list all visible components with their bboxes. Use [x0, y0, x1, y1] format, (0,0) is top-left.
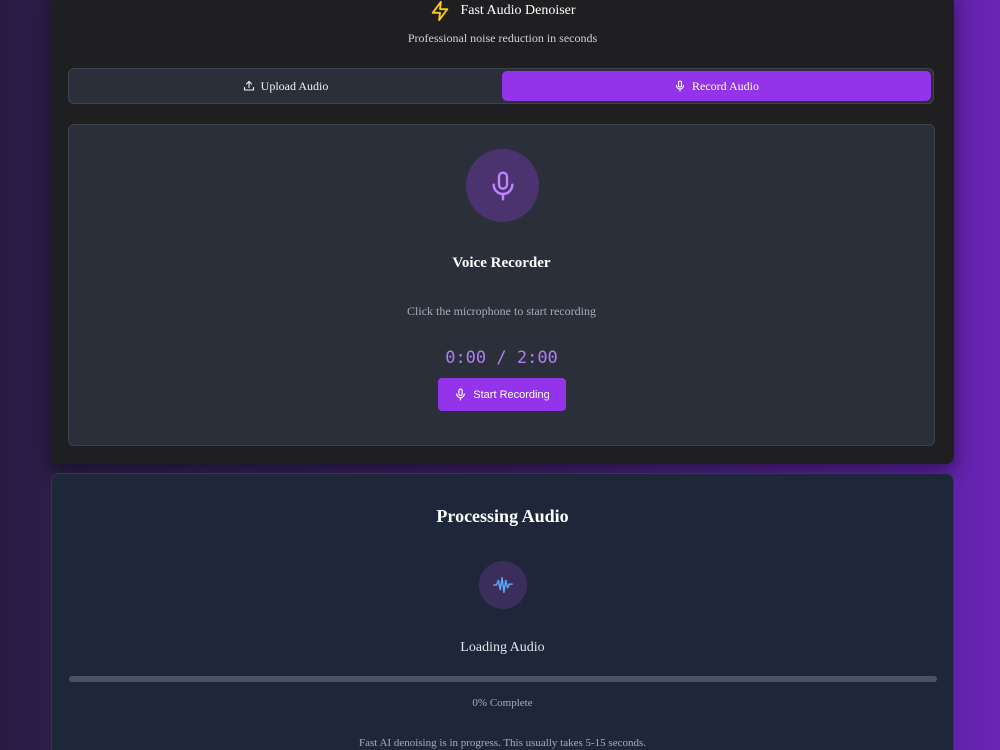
- processing-title: Processing Audio: [436, 506, 569, 526]
- recorder-title: Voice Recorder: [452, 255, 551, 271]
- voice-recorder-panel: Voice Recorder Click the microphone to s…: [68, 124, 935, 446]
- microphone-icon: [491, 170, 514, 201]
- microphone-icon: [456, 388, 466, 401]
- processing-stage: Loading Audio: [460, 640, 545, 655]
- processing-note: Fast AI denoising is in progress. This u…: [359, 737, 646, 749]
- microphone-icon: [675, 80, 685, 92]
- start-recording-label: Start Recording: [473, 388, 550, 401]
- tab-upload-label: Upload Audio: [260, 78, 329, 93]
- start-recording-button[interactable]: Start Recording: [438, 378, 566, 411]
- waveform-badge: [479, 561, 527, 609]
- progress-percent-text: 0% Complete: [472, 697, 533, 709]
- tab-record-audio[interactable]: Record Audio: [502, 71, 931, 101]
- lightning-bolt-icon: [432, 0, 449, 22]
- recorder-hint: Click the microphone to start recording: [407, 304, 596, 318]
- tab-upload-audio[interactable]: Upload Audio: [71, 71, 500, 101]
- processing-card: Processing Audio Loading Audio 0% Comple…: [51, 473, 954, 750]
- recording-timer: 0:00 / 2:00: [445, 348, 558, 368]
- progress-bar: [69, 676, 937, 682]
- denoiser-card: Fast Audio Denoiser Professional noise r…: [51, 0, 954, 464]
- waveform-icon: [493, 576, 513, 594]
- app-subtitle: Professional noise reduction in seconds: [407, 31, 598, 45]
- microphone-button[interactable]: [466, 149, 539, 222]
- title-row: Fast Audio Denoiser: [51, 0, 954, 22]
- app-title: Fast Audio Denoiser: [460, 3, 576, 18]
- tab-record-label: Record Audio: [692, 78, 759, 93]
- upload-icon: [243, 80, 254, 91]
- mode-tabs: Upload Audio Record Audio: [68, 68, 934, 104]
